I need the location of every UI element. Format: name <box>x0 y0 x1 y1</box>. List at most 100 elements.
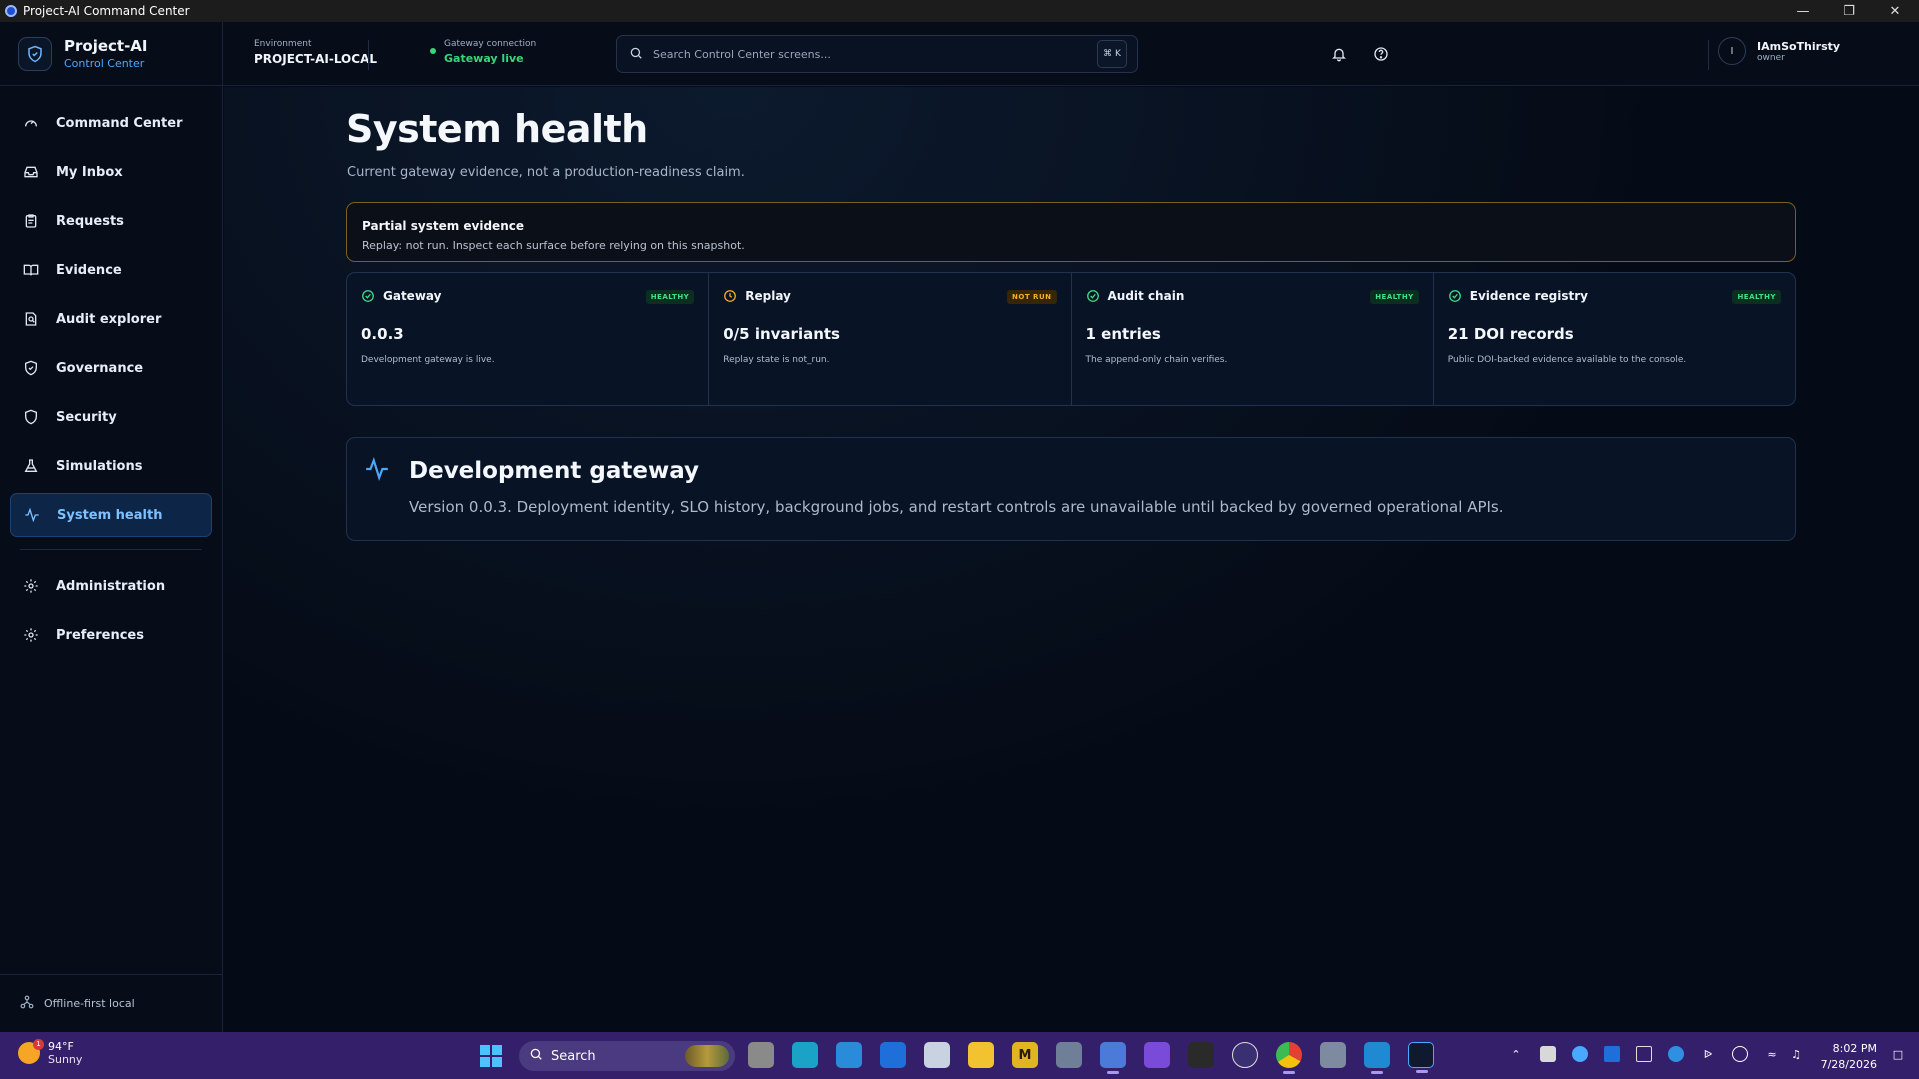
activity-icon <box>364 456 390 486</box>
windows-start-icon[interactable] <box>480 1045 502 1067</box>
sidebar-item-label: Governance <box>56 360 144 376</box>
taskbar: 1 94°F Sunny Search M ⌃ ᐉ ≈ ♫ 8:02 PM 7/… <box>0 1032 1919 1079</box>
taskbar-search[interactable]: Search <box>519 1041 735 1071</box>
search-document-icon <box>22 310 40 328</box>
status-badge: NOT RUN <box>1007 290 1057 304</box>
shield-check-icon <box>22 359 40 377</box>
file-explorer-icon[interactable] <box>968 1042 994 1068</box>
sidebar-item-label: Administration <box>56 578 166 594</box>
clipboard-icon <box>22 212 40 230</box>
sidebar-item-command-center[interactable]: Command Center <box>10 101 212 145</box>
evidence-registry-card: Evidence registry HEALTHY 21 DOI records… <box>1434 273 1795 405</box>
sidebar: Project-AI Control Center Command Center… <box>0 22 223 1032</box>
restore-button[interactable]: ❐ <box>1826 0 1872 22</box>
usb-icon[interactable] <box>1636 1046 1652 1062</box>
obsidian-icon[interactable] <box>1144 1042 1170 1068</box>
sidebar-item-simulations[interactable]: Simulations <box>10 444 212 488</box>
gateway-card: Gateway HEALTHY 0.0.3 Development gatewa… <box>347 273 710 405</box>
avatar: I <box>1718 37 1746 65</box>
gateway-label: Gateway connection <box>444 39 537 49</box>
chatgpt-icon[interactable] <box>1232 1042 1258 1068</box>
check-circle-icon <box>1086 289 1100 303</box>
search-input[interactable]: Search Control Center screens... ⌘ K <box>616 35 1138 73</box>
page-subtitle: Current gateway evidence, not a producti… <box>347 165 745 180</box>
close-button[interactable]: ✕ <box>1872 0 1918 22</box>
tray-app-icon[interactable] <box>1604 1046 1620 1062</box>
card-description: Development gateway is live. <box>361 355 495 365</box>
sidebar-item-requests[interactable]: Requests <box>10 199 212 243</box>
sidebar-nav: Command Center My Inbox Requests Evidenc… <box>0 86 222 657</box>
onedrive-icon[interactable] <box>1572 1046 1588 1062</box>
minimize-button[interactable]: — <box>1780 0 1826 22</box>
user-menu[interactable]: I IAmSoThirsty owner <box>1718 37 1840 65</box>
window-titlebar: Project-AI Command Center — ❐ ✕ <box>0 0 1919 22</box>
card-description: Replay state is not_run. <box>723 355 830 365</box>
gateway-status: Gateway connection Gateway live <box>430 39 536 65</box>
sidebar-item-administration[interactable]: Administration <box>10 564 212 608</box>
banner-title: Partial system evidence <box>362 219 524 233</box>
tray-app-icon[interactable] <box>1540 1046 1556 1062</box>
search-icon <box>629 45 643 64</box>
search-placeholder: Search Control Center screens... <box>653 47 831 61</box>
sidebar-item-my-inbox[interactable]: My Inbox <box>10 150 212 194</box>
terminal-icon[interactable] <box>1188 1042 1214 1068</box>
card-title: Evidence registry <box>1469 289 1588 303</box>
card-value: 0.0.3 <box>361 325 404 343</box>
weather-widget[interactable]: 1 94°F Sunny <box>18 1039 82 1066</box>
sidebar-item-evidence[interactable]: Evidence <box>10 248 212 292</box>
mail-icon[interactable] <box>880 1042 906 1068</box>
clock-time: 8:02 PM <box>1832 1042 1877 1055</box>
vscode-icon[interactable] <box>1364 1042 1390 1074</box>
flask-icon <box>22 457 40 475</box>
inbox-icon <box>22 163 40 181</box>
gauge-icon <box>22 114 40 132</box>
sidebar-item-preferences[interactable]: Preferences <box>10 613 212 657</box>
card-title: Audit chain <box>1107 289 1185 303</box>
notepad-icon[interactable] <box>1100 1042 1126 1074</box>
sidebar-item-system-health[interactable]: System health <box>10 493 212 537</box>
gear-icon <box>22 626 40 644</box>
help-icon[interactable] <box>1369 42 1393 66</box>
sidebar-item-security[interactable]: Security <box>10 395 212 439</box>
card-description: Public DOI-backed evidence available to … <box>1447 355 1687 365</box>
activity-icon <box>23 506 41 524</box>
sidebar-item-governance[interactable]: Governance <box>10 346 212 390</box>
card-value: 1 entries <box>1085 325 1161 343</box>
folder-app-icon[interactable] <box>1320 1042 1346 1068</box>
sidebar-item-label: Audit explorer <box>56 311 162 327</box>
shield-logo-icon <box>18 36 52 71</box>
chrome-icon[interactable] <box>1276 1042 1302 1074</box>
banner-description: Replay: not run. Inspect each surface be… <box>362 239 745 252</box>
project-ai-app-icon[interactable] <box>1408 1042 1434 1073</box>
search-icon <box>529 1047 543 1065</box>
widgets-icon[interactable] <box>792 1042 818 1068</box>
wifi-icon[interactable]: ≈ <box>1764 1046 1780 1062</box>
bluetooth-icon[interactable]: ᐉ <box>1700 1046 1716 1062</box>
notifications-icon[interactable]: □ <box>1890 1046 1906 1062</box>
status-badge: HEALTHY <box>645 290 695 304</box>
snipping-tool-icon[interactable] <box>924 1042 950 1068</box>
settings-icon[interactable] <box>1056 1042 1082 1068</box>
system-clock[interactable]: 8:02 PM 7/28/2026 <box>1821 1041 1877 1073</box>
volume-icon[interactable]: ♫ <box>1788 1046 1804 1062</box>
store-icon[interactable] <box>836 1042 862 1068</box>
gear-icon <box>22 577 40 595</box>
bell-icon[interactable] <box>1327 42 1351 66</box>
sidebar-item-label: Security <box>56 409 117 425</box>
search-shortcut: ⌘ K <box>1097 40 1127 68</box>
panel-description: Version 0.0.3. Deployment identity, SLO … <box>409 498 1504 516</box>
divider <box>368 40 369 70</box>
brand[interactable]: Project-AI Control Center <box>0 22 222 86</box>
sidebar-item-audit-explorer[interactable]: Audit explorer <box>10 297 212 341</box>
window-title: Project-AI Command Center <box>23 4 190 18</box>
clock-icon <box>723 289 737 303</box>
m-app-icon[interactable]: M <box>1012 1042 1038 1068</box>
card-value: 21 DOI records <box>1447 325 1574 343</box>
status-badge: HEALTHY <box>1370 290 1419 304</box>
chevron-up-icon[interactable]: ⌃ <box>1508 1046 1524 1062</box>
defender-icon[interactable] <box>1668 1046 1684 1062</box>
vpn-icon[interactable] <box>1732 1046 1748 1062</box>
task-view-icon[interactable] <box>748 1042 774 1068</box>
sidebar-item-label: Evidence <box>56 262 122 278</box>
sidebar-item-label: Simulations <box>56 458 143 474</box>
